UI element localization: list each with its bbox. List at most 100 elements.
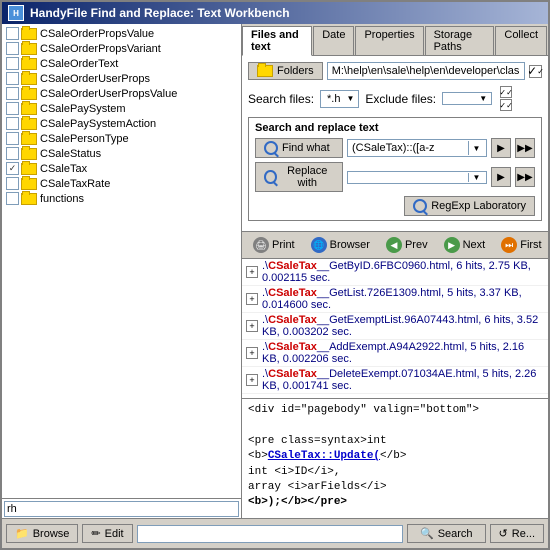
first-icon: ⏭ bbox=[501, 237, 517, 253]
exclude-files-combo[interactable]: ▼ bbox=[442, 92, 492, 105]
expand-btn-2[interactable]: + bbox=[246, 293, 258, 305]
code-line-3: <pre class=syntax>int bbox=[248, 434, 542, 449]
code-area: <div id="pagebody" valign="bottom"> <pre… bbox=[242, 398, 548, 518]
file-tree[interactable]: CSaleOrderPropsValue CSaleOrderPropsVari… bbox=[2, 24, 241, 498]
checkbox-csaletaxrate[interactable] bbox=[6, 177, 19, 190]
find-combo[interactable]: (CSaleTax)::([a-z ▼ bbox=[347, 139, 487, 157]
path-input[interactable] bbox=[327, 62, 525, 80]
replace-action-btn-1[interactable]: ▶ bbox=[491, 167, 511, 187]
tree-search-input[interactable] bbox=[4, 501, 239, 517]
checkbox-csalepaysystemaction[interactable] bbox=[6, 117, 19, 130]
folder-icon-csaletax bbox=[21, 163, 37, 175]
search-button[interactable]: 🔍 Search bbox=[407, 524, 486, 543]
tree-item-csaleorderuserpropsvalue[interactable]: CSaleOrderUserPropsValue bbox=[4, 86, 239, 101]
checkbox-csaletax[interactable] bbox=[6, 162, 19, 175]
checkbox-csaleorderuserpropsvalue[interactable] bbox=[6, 87, 19, 100]
find-combo-arrow[interactable]: ▼ bbox=[468, 141, 484, 155]
tree-item-functions[interactable]: functions bbox=[4, 191, 239, 206]
result-item-5[interactable]: + .\CSaleTax__DeleteExempt.071034AE.html… bbox=[242, 367, 548, 394]
files-panel: Folders ✓ Search files: *.h ▼ Exclude fi… bbox=[242, 56, 548, 232]
find-label: Find what bbox=[282, 142, 330, 154]
code-line-5: int <i>ID</i>, bbox=[248, 465, 542, 480]
replace-action-btn-2[interactable]: ▶▶ bbox=[515, 167, 535, 187]
expand-btn-4[interactable]: + bbox=[246, 347, 258, 359]
folder-icon-csalepaysystemaction bbox=[21, 118, 37, 130]
checkbox-csaleorderpropsvalue[interactable] bbox=[6, 27, 19, 40]
browse-button[interactable]: 📁 Browse bbox=[6, 524, 78, 543]
next-button[interactable]: ▶ Next bbox=[437, 234, 493, 256]
edit-button[interactable]: ✏ Edit bbox=[82, 524, 132, 543]
tree-item-csaletaxrate[interactable]: CSaleTaxRate bbox=[4, 176, 239, 191]
print-button[interactable]: 🖨 Print bbox=[246, 234, 302, 256]
search-files-arrow[interactable]: ▼ bbox=[345, 94, 357, 103]
search-files-row: Search files: *.h ▼ Exclude files: ▼ ✓ bbox=[248, 86, 542, 111]
result-item-3[interactable]: + .\CSaleTax__GetExemptList.96A07443.htm… bbox=[242, 313, 548, 340]
result-item-1[interactable]: + .\CSaleTax__GetByID.6FBC0960.html, 6 h… bbox=[242, 259, 548, 286]
tab-files-and-text[interactable]: Files and text bbox=[242, 26, 312, 56]
checkbox-functions[interactable] bbox=[6, 192, 19, 205]
checkbox-csaleordertext[interactable] bbox=[6, 57, 19, 70]
expand-btn-3[interactable]: + bbox=[246, 320, 258, 332]
tree-item-csalestatus[interactable]: CSaleStatus bbox=[4, 146, 239, 161]
tab-properties[interactable]: Properties bbox=[355, 26, 423, 55]
tree-item-csalepersontype[interactable]: CSalePersonType bbox=[4, 131, 239, 146]
search-files-combo[interactable]: *.h ▼ bbox=[320, 90, 359, 108]
find-what-button[interactable]: Find what bbox=[255, 138, 343, 158]
tab-storage-paths[interactable]: Storage Paths bbox=[425, 26, 495, 55]
check-row-1: ✓ bbox=[500, 86, 512, 98]
search-files-label: Search files: bbox=[248, 92, 314, 106]
tree-item-csalepaysystemaction[interactable]: CSalePaySystemAction bbox=[4, 116, 239, 131]
prev-button[interactable]: ◀ Prev bbox=[379, 234, 435, 256]
tree-item-csalepaysystem[interactable]: CSalePaySystem bbox=[4, 101, 239, 116]
browser-button[interactable]: 🌐 Browser bbox=[304, 234, 377, 256]
expand-btn-5[interactable]: + bbox=[246, 374, 258, 386]
find-action-btn-1[interactable]: ▶ bbox=[491, 138, 511, 158]
bottom-input[interactable] bbox=[137, 525, 403, 543]
exclude-files-arrow[interactable]: ▼ bbox=[477, 94, 489, 103]
tree-item-csaleorderpropsvalue[interactable]: CSaleOrderPropsValue bbox=[4, 26, 239, 41]
main-window: H HandyFile Find and Replace: Text Workb… bbox=[0, 0, 550, 550]
checkbox-csaleorderpropsvariant[interactable] bbox=[6, 42, 19, 55]
results-area[interactable]: + .\CSaleTax__GetByID.6FBC0960.html, 6 h… bbox=[242, 259, 548, 398]
check2[interactable]: ✓ bbox=[500, 99, 512, 111]
tree-item-csaletax[interactable]: CSaleTax bbox=[4, 161, 239, 176]
folder-icon-csaleorderuserprops bbox=[21, 73, 37, 85]
folder-icon-csalestatus bbox=[21, 148, 37, 160]
restore-button[interactable]: ↺ Re... bbox=[490, 524, 544, 543]
code-line-6: array <i>arFields</i> bbox=[248, 480, 542, 495]
result-text-1: .\CSaleTax__GetByID.6FBC0960.html, 6 hit… bbox=[262, 260, 544, 284]
folders-button[interactable]: Folders bbox=[248, 62, 323, 80]
print-icon: 🖨 bbox=[253, 237, 269, 253]
find-action-btn-2[interactable]: ▶▶ bbox=[515, 138, 535, 158]
tree-item-csaleorderpropsvariant[interactable]: CSaleOrderPropsVariant bbox=[4, 41, 239, 56]
regexp-laboratory-button[interactable]: RegExp Laboratory bbox=[404, 196, 535, 216]
tree-item-csaleorderuserprops[interactable]: CSaleOrderUserProps bbox=[4, 71, 239, 86]
result-text-4: .\CSaleTax__AddExempt.A94A2922.html, 5 h… bbox=[262, 341, 544, 365]
replace-combo-arrow[interactable]: ▼ bbox=[468, 173, 484, 182]
next-label: Next bbox=[463, 239, 486, 251]
replace-combo[interactable]: ▼ bbox=[347, 171, 487, 184]
exclude-files-label: Exclude files: bbox=[365, 92, 436, 106]
title-bar: H HandyFile Find and Replace: Text Workb… bbox=[2, 2, 548, 24]
checkbox-csaleorderuserprops[interactable] bbox=[6, 72, 19, 85]
tab-collect[interactable]: Collect bbox=[495, 26, 547, 55]
first-button[interactable]: ⏭ First bbox=[494, 234, 548, 256]
code-line-7: <b>);</b></pre> bbox=[248, 495, 542, 510]
checkbox-csalepaysystem[interactable] bbox=[6, 102, 19, 115]
result-item-4[interactable]: + .\CSaleTax__AddExempt.A94A2922.html, 5… bbox=[242, 340, 548, 367]
result-text-2: .\CSaleTax__GetList.726E1309.html, 5 hit… bbox=[262, 287, 544, 311]
app-icon: H bbox=[8, 5, 24, 21]
replace-row: Replace with ▼ ▶ ▶▶ bbox=[255, 162, 535, 192]
expand-btn-1[interactable]: + bbox=[246, 266, 258, 278]
browser-label: Browser bbox=[330, 239, 370, 251]
result-item-2[interactable]: + .\CSaleTax__GetList.726E1309.html, 5 h… bbox=[242, 286, 548, 313]
checkbox-csalestatus[interactable] bbox=[6, 147, 19, 160]
prev-icon: ◀ bbox=[386, 237, 402, 253]
replace-with-button[interactable]: Replace with bbox=[255, 162, 343, 192]
checkbox-csalepersontype[interactable] bbox=[6, 132, 19, 145]
tab-date[interactable]: Date bbox=[313, 26, 354, 55]
tree-item-csaleordertext[interactable]: CSaleOrderText bbox=[4, 56, 239, 71]
path-checkbox[interactable]: ✓ bbox=[529, 65, 542, 78]
check1[interactable]: ✓ bbox=[500, 86, 512, 98]
replace-label: Replace with bbox=[281, 165, 335, 189]
